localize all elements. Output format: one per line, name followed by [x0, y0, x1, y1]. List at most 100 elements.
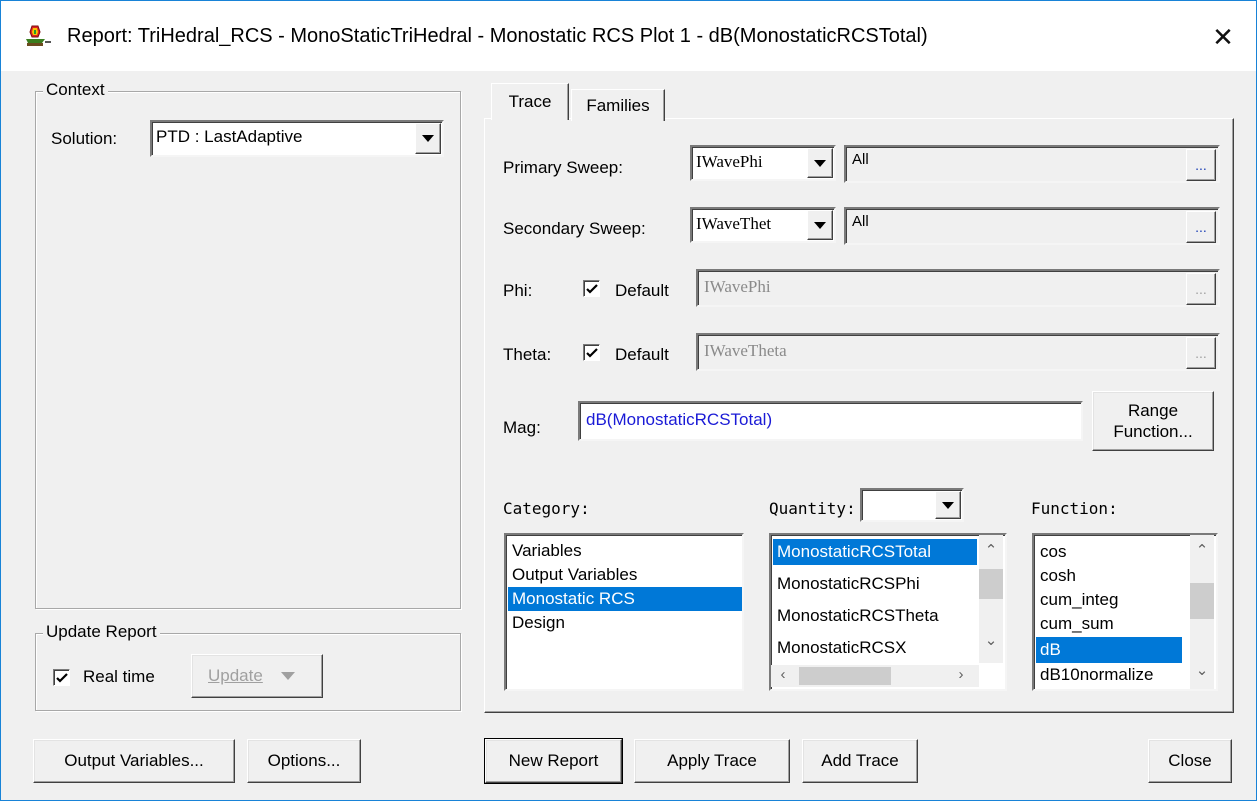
realtime-checkbox[interactable] [53, 669, 70, 686]
category-item-monostatic-rcs[interactable]: Monostatic RCS [508, 587, 742, 611]
function-label: Function: [1031, 499, 1118, 518]
function-vertical-scrollbar[interactable]: ⌃ ⌄ [1190, 535, 1214, 689]
primary-sweep-variable-dropdown[interactable]: IWavePhi [690, 145, 836, 181]
primary-sweep-variable: IWavePhi [696, 152, 763, 171]
phi-default-label: Default [615, 281, 669, 300]
scroll-left-icon[interactable]: ‹ [771, 666, 795, 683]
category-list: Variables Output Variables Monostatic RC… [504, 533, 744, 691]
scroll-up-icon[interactable]: ⌃ [1190, 541, 1214, 559]
scroll-right-icon[interactable]: › [949, 666, 973, 683]
scroll-thumb[interactable] [799, 667, 891, 685]
phi-edit-button[interactable]: ... [1186, 273, 1216, 305]
phi-field: IWavePhi ... [696, 269, 1220, 307]
solution-dropdown[interactable]: PTD : LastAdaptive [150, 120, 444, 157]
close-button[interactable]: Close [1148, 739, 1232, 783]
quantity-item[interactable]: MonostaticRCSX [773, 635, 977, 661]
range-function-button[interactable]: Range Function... [1092, 391, 1214, 451]
chevron-down-icon[interactable] [935, 491, 961, 519]
scroll-up-icon[interactable]: ⌃ [979, 541, 1003, 559]
range-function-line2: Function... [1113, 422, 1193, 441]
context-group [35, 91, 461, 609]
quantity-item[interactable]: MonostaticRCSTotal [773, 539, 977, 565]
quantity-filter-dropdown[interactable] [860, 488, 964, 522]
tab-families[interactable]: Families [571, 89, 665, 121]
primary-sweep-values-field: All ... [844, 145, 1220, 183]
new-report-button[interactable]: New Report [484, 738, 623, 784]
caret-down-icon [280, 672, 295, 680]
solution-label: Solution: [51, 129, 118, 148]
app-logo-icon [23, 23, 53, 51]
function-item[interactable]: cum_sum [1036, 611, 1182, 637]
category-item-design[interactable]: Design [508, 611, 738, 635]
scroll-down-icon[interactable]: ⌄ [1190, 661, 1214, 679]
theta-value: IWaveTheta [704, 341, 787, 360]
checkmark-icon [586, 284, 598, 294]
primary-sweep-edit-button[interactable]: ... [1186, 149, 1216, 181]
phi-default-checkbox[interactable] [583, 280, 600, 297]
quantity-item[interactable]: MonostaticRCSPhi [773, 571, 977, 597]
secondary-sweep-value: All [852, 213, 869, 230]
update-button[interactable]: Update [191, 654, 323, 698]
function-item[interactable]: cum_integ [1036, 587, 1182, 613]
chevron-down-icon[interactable] [807, 210, 833, 240]
theta-field: IWaveTheta ... [696, 333, 1220, 371]
category-item-output-variables[interactable]: Output Variables [508, 563, 738, 587]
secondary-sweep-variable-dropdown[interactable]: IWaveThet [690, 207, 836, 243]
phi-label: Phi: [503, 281, 533, 300]
mag-expression-field[interactable]: dB(MonostaticRCSTotal) [578, 401, 1083, 441]
theta-default-label: Default [615, 345, 669, 364]
tab-trace[interactable]: Trace [491, 83, 569, 120]
secondary-sweep-variable: IWaveThet [696, 214, 772, 233]
scroll-thumb[interactable] [979, 569, 1003, 599]
range-function-line1: Range [1127, 401, 1179, 420]
function-list: cos cosh cum_integ cum_sum dB dB10normal… [1032, 533, 1218, 691]
quantity-list: MonostaticRCSTotal MonostaticRCSPhi Mono… [769, 533, 1007, 691]
report-dialog: Report: TriHedral_RCS - MonoStaticTriHed… [0, 0, 1257, 801]
secondary-sweep-values-field: All ... [844, 207, 1220, 245]
options-label: Options... [267, 751, 341, 770]
secondary-sweep-label: Secondary Sweep: [503, 219, 646, 238]
checkmark-icon [586, 348, 598, 358]
function-item[interactable]: dB [1036, 637, 1182, 663]
update-label: Update [208, 666, 263, 685]
quantity-vertical-scrollbar[interactable]: ⌃ ⌄ [979, 535, 1003, 663]
apply-trace-button[interactable]: Apply Trace [634, 739, 790, 783]
apply-trace-label: Apply Trace [667, 751, 757, 770]
scroll-down-icon[interactable]: ⌄ [979, 631, 1003, 649]
function-item[interactable]: cos [1036, 539, 1182, 565]
new-report-label: New Report [508, 751, 599, 770]
solution-value: PTD : LastAdaptive [156, 127, 303, 146]
mag-expression-value: dB(MonostaticRCSTotal) [586, 410, 773, 429]
theta-edit-button[interactable]: ... [1186, 337, 1216, 369]
output-variables-label: Output Variables... [64, 751, 204, 770]
chevron-down-icon[interactable] [415, 123, 441, 154]
chevron-down-icon[interactable] [807, 148, 833, 178]
tab-trace-label: Trace [508, 92, 552, 111]
title-bar: Report: TriHedral_RCS - MonoStaticTriHed… [1, 1, 1256, 71]
theta-label: Theta: [503, 345, 552, 364]
quantity-item[interactable]: MonostaticRCSTheta [773, 603, 977, 629]
theta-default-checkbox[interactable] [583, 344, 600, 361]
phi-value: IWavePhi [704, 277, 771, 296]
function-item[interactable]: cosh [1036, 563, 1182, 589]
quantity-label: Quantity: [769, 499, 856, 518]
mag-label: Mag: [503, 418, 541, 437]
quantity-horizontal-scrollbar[interactable]: ‹ › [771, 665, 979, 687]
tab-families-label: Families [586, 95, 650, 115]
close-label: Close [1168, 751, 1212, 770]
scroll-thumb[interactable] [1190, 583, 1214, 619]
context-legend: Context [43, 80, 108, 100]
primary-sweep-label: Primary Sweep: [503, 158, 623, 177]
options-button[interactable]: Options... [247, 739, 361, 783]
category-item-variables[interactable]: Variables [508, 539, 738, 563]
window-title: Report: TriHedral_RCS - MonoStaticTriHed… [67, 25, 928, 47]
checkmark-icon [56, 673, 68, 683]
close-window-icon[interactable]: ✕ [1201, 15, 1245, 59]
output-variables-button[interactable]: Output Variables... [33, 739, 235, 783]
function-item[interactable]: dB10normalize [1036, 663, 1182, 687]
category-label: Category: [503, 499, 590, 518]
secondary-sweep-edit-button[interactable]: ... [1186, 211, 1216, 243]
realtime-label: Real time [83, 667, 155, 686]
add-trace-button[interactable]: Add Trace [802, 739, 918, 783]
primary-sweep-value: All [852, 151, 869, 168]
